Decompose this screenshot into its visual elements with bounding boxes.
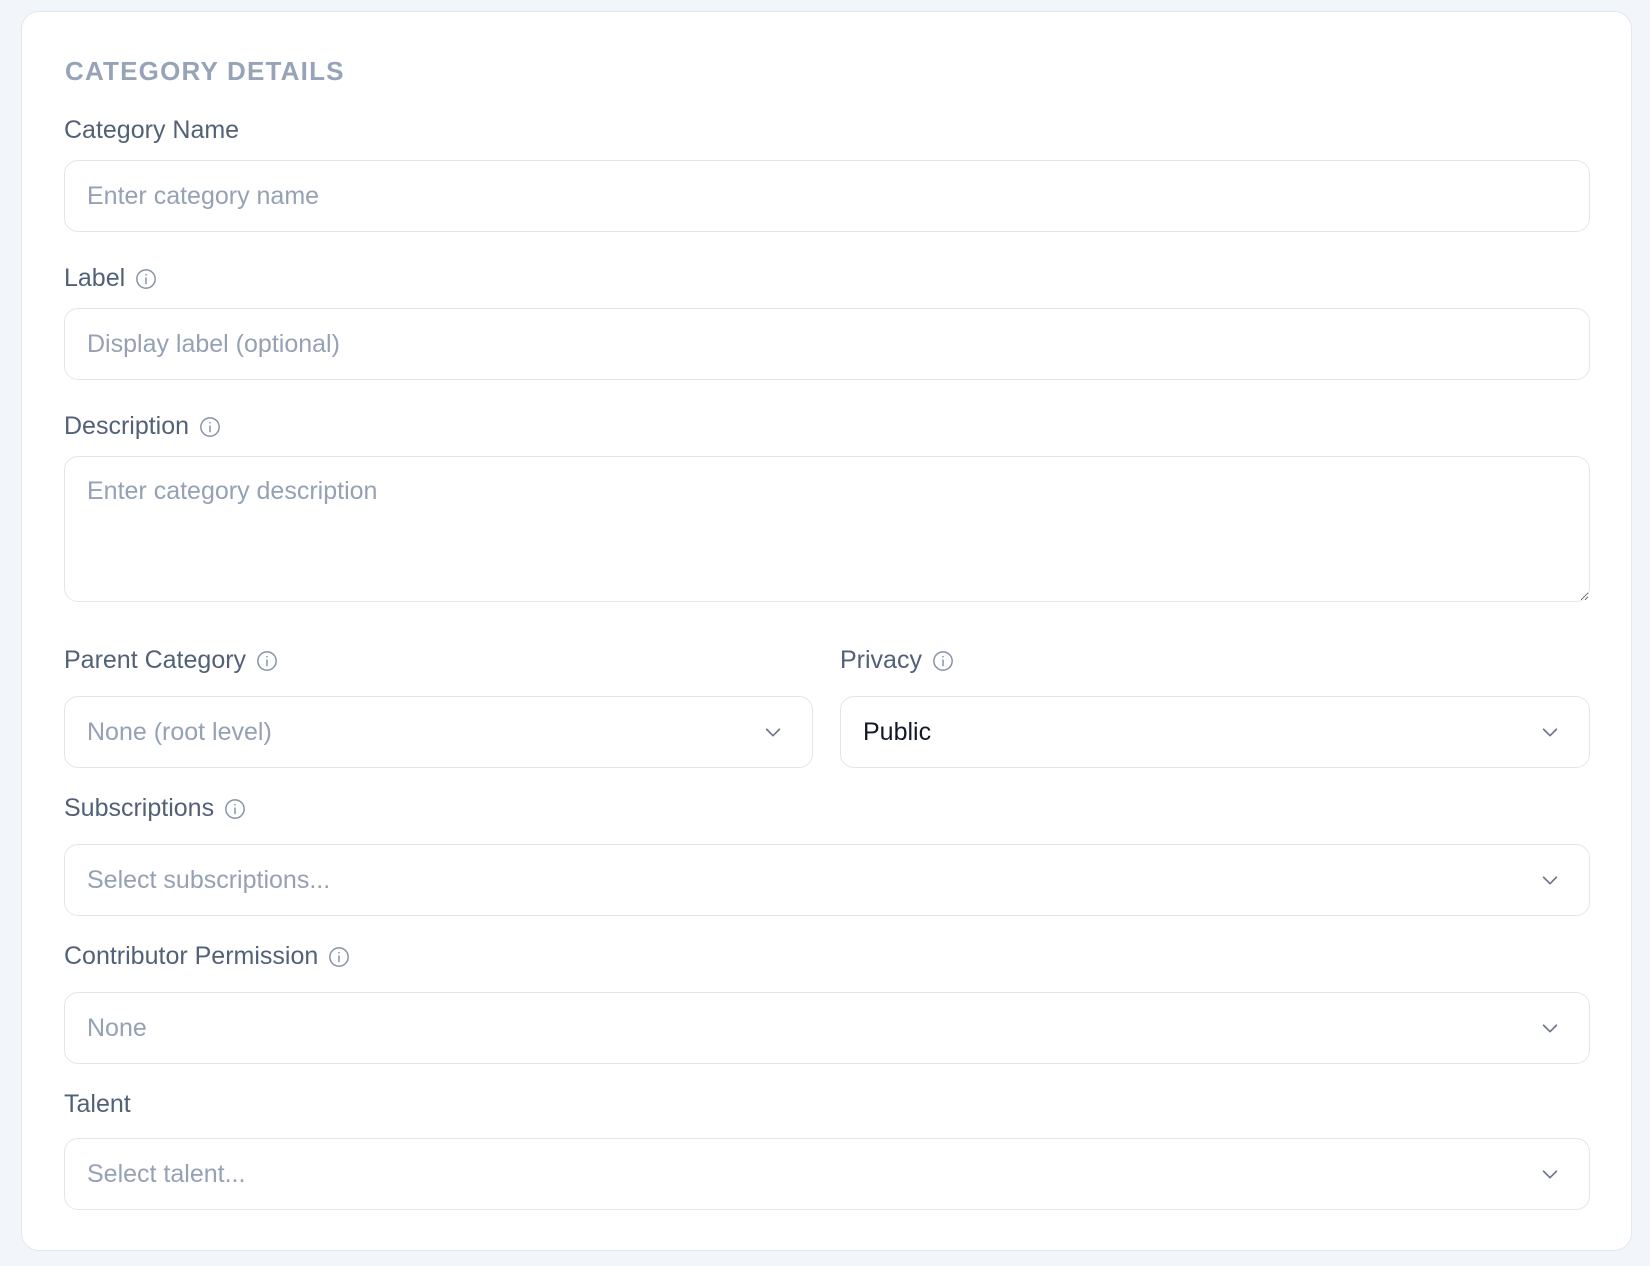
- chevron-down-icon: [1539, 1017, 1561, 1039]
- label-input[interactable]: [64, 308, 1590, 380]
- parent-category-select[interactable]: None (root level): [64, 696, 813, 768]
- contributor-permission-info-icon[interactable]: [328, 946, 350, 968]
- parent-category-label-text: Parent Category: [64, 646, 247, 674]
- contributor-permission-label: Contributor Permission: [64, 942, 350, 971]
- category-details-card: CATEGORY DETAILS Category Name Label Des…: [21, 11, 1632, 1251]
- subscriptions-info-icon[interactable]: [224, 798, 246, 820]
- description-label-text: Description: [64, 412, 190, 440]
- privacy-label: Privacy: [840, 646, 954, 675]
- chevron-down-icon: [1539, 721, 1561, 743]
- description-label: Description: [64, 412, 221, 441]
- subscriptions-value: Select subscriptions...: [87, 865, 331, 894]
- description-textarea[interactable]: [64, 456, 1590, 602]
- label-field-label: Label: [64, 264, 157, 293]
- chevron-down-icon: [1539, 1163, 1561, 1185]
- privacy-value: Public: [863, 717, 932, 746]
- contributor-permission-label-text: Contributor Permission: [64, 942, 319, 970]
- parent-category-label: Parent Category: [64, 646, 278, 675]
- category-name-input[interactable]: [64, 160, 1590, 232]
- privacy-select[interactable]: Public: [840, 696, 1590, 768]
- talent-value: Select talent...: [87, 1159, 246, 1188]
- label-info-icon[interactable]: [135, 268, 157, 290]
- parent-category-info-icon[interactable]: [256, 650, 278, 672]
- parent-category-value: None (root level): [87, 717, 272, 746]
- talent-label: Talent: [64, 1090, 131, 1119]
- chevron-down-icon: [1539, 869, 1561, 891]
- talent-select[interactable]: Select talent...: [64, 1138, 1590, 1210]
- subscriptions-label-text: Subscriptions: [64, 794, 215, 822]
- description-info-icon[interactable]: [199, 416, 221, 438]
- contributor-permission-select[interactable]: None: [64, 992, 1590, 1064]
- talent-label-text: Talent: [64, 1090, 131, 1118]
- label-field-label-text: Label: [64, 264, 126, 292]
- category-name-label: Category Name: [64, 116, 239, 145]
- chevron-down-icon: [762, 721, 784, 743]
- category-name-label-text: Category Name: [64, 116, 240, 144]
- privacy-label-text: Privacy: [840, 646, 922, 674]
- subscriptions-select[interactable]: Select subscriptions...: [64, 844, 1590, 916]
- privacy-info-icon[interactable]: [932, 650, 954, 672]
- section-title: CATEGORY DETAILS: [65, 56, 345, 86]
- contributor-permission-value: None: [87, 1013, 147, 1042]
- subscriptions-label: Subscriptions: [64, 794, 246, 823]
